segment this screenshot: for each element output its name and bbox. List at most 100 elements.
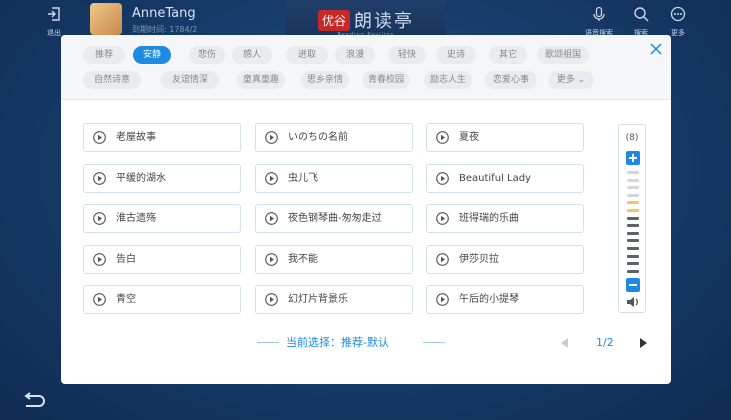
song-item[interactable]: 我不能 bbox=[255, 245, 413, 274]
volume-bar bbox=[627, 171, 639, 174]
song-item[interactable]: 平缓的湖水 bbox=[83, 164, 241, 193]
back-icon[interactable] bbox=[22, 392, 46, 410]
tag-chip[interactable]: 感人 bbox=[232, 46, 272, 64]
exit-icon bbox=[48, 7, 60, 21]
song-item[interactable]: 老屋故事 bbox=[83, 123, 241, 152]
song-name: 夜色钢琴曲-匆匆走过 bbox=[288, 213, 382, 224]
chevron-down-icon: ⌄ bbox=[574, 75, 586, 85]
tag-chip[interactable]: 歌颂祖国 bbox=[537, 46, 589, 64]
logo-title: 朗读亭 bbox=[354, 11, 414, 32]
divider-left bbox=[257, 342, 279, 343]
play-icon bbox=[93, 212, 106, 225]
tag-chip-label: 自然诗意 bbox=[93, 75, 130, 85]
song-name: 虫儿飞 bbox=[288, 173, 318, 184]
tag-chip-label: 友谊情深 bbox=[171, 75, 208, 85]
tag-chip[interactable]: 安静 bbox=[133, 46, 171, 64]
tag-chip[interactable]: 恋爱心事 bbox=[485, 71, 537, 89]
more-tags-dropdown[interactable]: 更多 ⌄ bbox=[548, 71, 594, 89]
tag-chip-label: 恋爱心事 bbox=[492, 75, 529, 85]
tag-chip[interactable]: 自然诗意 bbox=[83, 71, 141, 89]
tag-chip[interactable]: 励志人生 bbox=[424, 71, 472, 89]
volume-bar bbox=[627, 269, 639, 273]
more-label: 更多 bbox=[671, 29, 685, 37]
tag-chip[interactable]: 思乡亲情 bbox=[301, 71, 349, 89]
logo-badge: 优谷 bbox=[317, 9, 350, 31]
minus-icon bbox=[629, 284, 637, 286]
play-icon bbox=[93, 172, 106, 185]
avatar[interactable] bbox=[90, 3, 122, 35]
volume-up-button[interactable] bbox=[626, 151, 640, 165]
tag-chip[interactable]: 友谊情深 bbox=[161, 71, 219, 89]
song-name: 夏夜 bbox=[459, 132, 479, 143]
speaker-icon bbox=[627, 297, 638, 307]
tag-chip[interactable]: 青春校园 bbox=[362, 71, 410, 89]
play-icon bbox=[93, 293, 106, 306]
song-item[interactable]: 淮古遗殇 bbox=[83, 204, 241, 233]
volume-count: (8) bbox=[625, 133, 639, 143]
song-item[interactable]: 夏夜 bbox=[426, 123, 584, 152]
tag-chip[interactable]: 推荐 bbox=[83, 46, 125, 64]
tag-chip[interactable]: 进取 bbox=[286, 46, 328, 64]
user-name: AnneTang bbox=[132, 6, 196, 21]
more-button[interactable]: 更多 bbox=[660, 6, 696, 38]
volume-bar bbox=[627, 247, 639, 250]
prev-page-icon[interactable] bbox=[561, 338, 569, 348]
song-item[interactable]: 伊莎贝拉 bbox=[426, 245, 584, 274]
page-indicator: 1/2 bbox=[596, 336, 614, 349]
volume-bar bbox=[627, 186, 639, 190]
tag-chip[interactable]: 其它 bbox=[489, 46, 527, 64]
tag-chip[interactable]: 悲伤 bbox=[189, 46, 225, 64]
close-icon[interactable] bbox=[648, 41, 664, 57]
play-icon bbox=[436, 212, 449, 225]
tag-chip-label: 更多 bbox=[556, 75, 575, 85]
song-item[interactable]: 班得瑞的乐曲 bbox=[426, 204, 584, 233]
volume-down-button[interactable] bbox=[626, 278, 640, 292]
play-icon bbox=[436, 131, 449, 144]
song-item[interactable]: Beautiful Lady bbox=[426, 164, 584, 193]
song-name: 老屋故事 bbox=[116, 132, 156, 143]
song-name: 平缓的湖水 bbox=[116, 173, 166, 184]
volume-bar bbox=[627, 231, 639, 235]
volume-bar bbox=[627, 239, 639, 243]
exit-button[interactable]: 退出 bbox=[36, 6, 72, 38]
song-item[interactable]: 幻灯片背景乐 bbox=[255, 285, 413, 314]
song-item[interactable]: 午后的小提琴 bbox=[426, 285, 584, 314]
song-name: 我不能 bbox=[288, 254, 318, 265]
voice-search-button[interactable]: 语音搜索 bbox=[581, 6, 617, 38]
song-item[interactable]: 虫儿飞 bbox=[255, 164, 413, 193]
next-page-icon[interactable] bbox=[639, 338, 647, 348]
volume-bar bbox=[627, 254, 639, 258]
tag-chip-label: 思乡亲情 bbox=[306, 75, 343, 85]
tag-chip-label: 童真童趣 bbox=[242, 75, 279, 85]
play-icon bbox=[265, 212, 278, 225]
search-button[interactable]: 搜索 bbox=[623, 6, 659, 38]
song-name: 午后的小提琴 bbox=[459, 294, 519, 305]
song-name: 班得瑞的乐曲 bbox=[459, 213, 519, 224]
exit-label: 退出 bbox=[47, 29, 61, 37]
play-icon bbox=[93, 131, 106, 144]
play-icon bbox=[265, 293, 278, 306]
song-item[interactable]: 夜色钢琴曲-匆匆走过 bbox=[255, 204, 413, 233]
plus-icon bbox=[629, 154, 637, 162]
tag-chip-label: 青春校园 bbox=[367, 75, 404, 85]
search-icon bbox=[634, 7, 649, 22]
song-name: 淮古遗殇 bbox=[116, 213, 156, 224]
song-item[interactable]: 青空 bbox=[83, 285, 241, 314]
play-icon bbox=[265, 172, 278, 185]
tag-chip[interactable]: 童真童趣 bbox=[237, 71, 285, 89]
play-icon bbox=[265, 131, 278, 144]
music-select-dialog: 推荐 安静 悲伤 感人 进取 浪漫 轻快 史诗 其它 歌颂祖国 自然诗意 友谊情深 童真童趣 思乡亲情青… bbox=[61, 35, 671, 384]
song-item[interactable]: いのちの名前 bbox=[255, 123, 413, 152]
tag-chip[interactable]: 浪漫 bbox=[335, 46, 375, 64]
tag-chip[interactable]: 史诗 bbox=[436, 46, 476, 64]
category-tag-panel: 推荐 安静 悲伤 感人 进取 浪漫 轻快 史诗 其它 歌颂祖国 自然诗意 友谊情深 童真童趣 思乡亲情 青… bbox=[61, 35, 671, 100]
tag-chip-label: 励志人生 bbox=[429, 75, 466, 85]
song-name: Beautiful Lady bbox=[459, 173, 531, 184]
volume-bar bbox=[627, 201, 639, 205]
song-item[interactable]: 告白 bbox=[83, 245, 241, 274]
song-name: 幻灯片背景乐 bbox=[288, 294, 348, 305]
tag-chip[interactable]: 轻快 bbox=[388, 46, 426, 64]
user-date: 到期时间: 1784/2 bbox=[132, 25, 198, 34]
volume-bar bbox=[627, 178, 639, 182]
more-icon bbox=[670, 6, 686, 22]
